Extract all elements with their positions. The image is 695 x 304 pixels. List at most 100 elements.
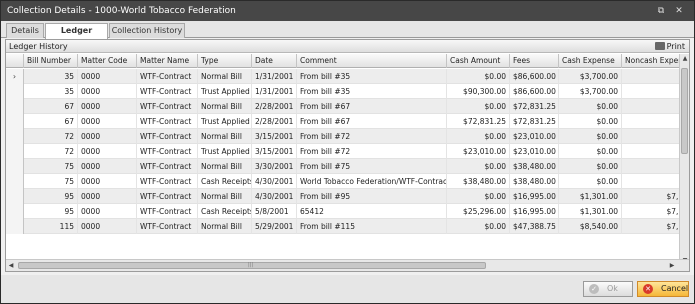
restore-icon[interactable]: ⧉ (655, 5, 667, 17)
cell-bill-number[interactable]: 75 (24, 174, 78, 189)
cell-bill-number[interactable]: 72 (24, 144, 78, 159)
cell-matter-code[interactable]: 0000 (78, 114, 137, 129)
table-row[interactable]: › 35 0000 WTF-Contract Normal Bill 1/31/2001 F… (6, 69, 679, 84)
cancel-button[interactable]: ✕ Cancel (637, 281, 689, 297)
tab-ledger-history[interactable]: Ledger History (45, 23, 108, 48)
cell-comment[interactable]: From bill #67 (297, 99, 447, 114)
cell-noncash-expense[interactable] (622, 129, 679, 144)
cell-date[interactable]: 3/30/2001 (252, 159, 297, 174)
row-indicator[interactable]: › (6, 69, 24, 84)
table-row[interactable]: 115 0000 WTF-Contract Normal Bill 5/29/2001 F… (6, 219, 679, 234)
tab-collection-history[interactable]: Collection History (109, 23, 185, 38)
cell-date[interactable]: 5/8/2001 (252, 204, 297, 219)
column-header-noncash-expense[interactable]: Noncash Expen (622, 54, 679, 68)
scroll-up-icon[interactable]: ▲ (680, 54, 690, 64)
cell-matter-code[interactable]: 0000 (78, 84, 137, 99)
cell-matter-name[interactable]: WTF-Contract (137, 219, 198, 234)
cell-fees[interactable]: $23,010.00 (510, 144, 559, 159)
column-header-date[interactable]: Date (252, 54, 297, 68)
cell-matter-name[interactable]: WTF-Contract (137, 99, 198, 114)
cell-type[interactable]: Normal Bill (198, 99, 252, 114)
table-row[interactable]: 72 0000 WTF-Contract Trust Applied 3/15/2001… (6, 144, 679, 159)
cell-fees[interactable]: $38,480.00 (510, 159, 559, 174)
table-row[interactable]: 67 0000 WTF-Contract Normal Bill 2/28/2001 Fr… (6, 99, 679, 114)
cell-matter-code[interactable]: 0000 (78, 189, 137, 204)
table-row[interactable]: 75 0000 WTF-Contract Normal Bill 3/30/2001 Fr… (6, 159, 679, 174)
cell-matter-code[interactable]: 0000 (78, 159, 137, 174)
vertical-scrollbar[interactable]: ▲ ▼ (679, 54, 689, 266)
cell-type[interactable]: Trust Applied (198, 114, 252, 129)
row-indicator[interactable] (6, 174, 24, 189)
cell-noncash-expense[interactable] (622, 99, 679, 114)
column-header-matter-code[interactable]: Matter Code (78, 54, 137, 68)
cell-matter-name[interactable]: WTF-Contract (137, 114, 198, 129)
cell-matter-name[interactable]: WTF-Contract (137, 189, 198, 204)
cell-cash-expense[interactable]: $1,301.00 (559, 189, 622, 204)
cell-matter-code[interactable]: 0000 (78, 174, 137, 189)
cell-comment[interactable]: From bill #35 (297, 84, 447, 99)
cell-cash-amount[interactable]: $90,300.00 (447, 84, 510, 99)
cell-cash-expense[interactable]: $0.00 (559, 144, 622, 159)
row-indicator[interactable] (6, 159, 24, 174)
cell-date[interactable]: 4/30/2001 (252, 174, 297, 189)
cell-comment[interactable]: From bill #72 (297, 129, 447, 144)
cell-noncash-expense[interactable]: $7,00 (622, 204, 679, 219)
cell-bill-number[interactable]: 67 (24, 99, 78, 114)
cell-comment[interactable]: World Tobacco Federation/WTF-Contract (297, 174, 447, 189)
print-button[interactable]: Print (654, 41, 685, 52)
cell-type[interactable]: Normal Bill (198, 69, 252, 84)
cell-type[interactable]: Trust Applied (198, 84, 252, 99)
cell-noncash-expense[interactable] (622, 84, 679, 99)
cell-matter-code[interactable]: 0000 (78, 144, 137, 159)
cell-date[interactable]: 2/28/2001 (252, 114, 297, 129)
row-indicator[interactable] (6, 189, 24, 204)
cell-noncash-expense[interactable]: $7,00 (622, 189, 679, 204)
cell-matter-name[interactable]: WTF-Contract (137, 174, 198, 189)
table-row[interactable]: 75 0000 WTF-Contract Cash Receipts 4/30/2001… (6, 174, 679, 189)
row-indicator[interactable] (6, 144, 24, 159)
table-row[interactable]: 95 0000 WTF-Contract Normal Bill 4/30/2001 Fr… (6, 189, 679, 204)
cell-matter-name[interactable]: WTF-Contract (137, 159, 198, 174)
cell-cash-expense[interactable]: $0.00 (559, 174, 622, 189)
cell-type[interactable]: Normal Bill (198, 159, 252, 174)
cell-date[interactable]: 1/31/2001 (252, 84, 297, 99)
cell-fees[interactable]: $47,388.75 (510, 219, 559, 234)
cell-fees[interactable]: $16,995.00 (510, 204, 559, 219)
column-header-comment[interactable]: Comment (297, 54, 447, 68)
cell-fees[interactable]: $86,600.00 (510, 69, 559, 84)
cell-cash-expense[interactable]: $0.00 (559, 159, 622, 174)
cell-type[interactable]: Normal Bill (198, 129, 252, 144)
cell-comment[interactable]: From bill #95 (297, 189, 447, 204)
cell-cash-expense[interactable]: $0.00 (559, 114, 622, 129)
table-row[interactable]: 67 0000 WTF-Contract Trust Applied 2/28/2001… (6, 114, 679, 129)
vertical-scroll-thumb[interactable] (681, 68, 688, 154)
cell-bill-number[interactable]: 35 (24, 69, 78, 84)
table-row[interactable]: 95 0000 WTF-Contract Cash Receipts 5/8/2001 6… (6, 204, 679, 219)
cell-cash-expense[interactable]: $0.00 (559, 99, 622, 114)
cell-bill-number[interactable]: 35 (24, 84, 78, 99)
cell-cash-amount[interactable]: $0.00 (447, 159, 510, 174)
cell-matter-name[interactable]: WTF-Contract (137, 84, 198, 99)
cell-cash-amount[interactable]: $0.00 (447, 219, 510, 234)
cell-noncash-expense[interactable] (622, 174, 679, 189)
cell-date[interactable]: 3/15/2001 (252, 129, 297, 144)
horizontal-scrollbar[interactable]: ◀ ||| ▶ (6, 259, 689, 271)
cell-fees[interactable]: $72,831.25 (510, 114, 559, 129)
cell-cash-amount[interactable]: $23,010.00 (447, 144, 510, 159)
cell-cash-amount[interactable]: $0.00 (447, 189, 510, 204)
cell-noncash-expense[interactable] (622, 114, 679, 129)
cell-bill-number[interactable]: 115 (24, 219, 78, 234)
close-icon[interactable]: ✕ (673, 5, 685, 17)
cell-type[interactable]: Cash Receipts (198, 204, 252, 219)
row-indicator[interactable] (6, 129, 24, 144)
column-header-fees[interactable]: Fees (510, 54, 559, 68)
cell-cash-expense[interactable]: $3,700.00 (559, 69, 622, 84)
scroll-left-icon[interactable]: ◀ (6, 260, 16, 271)
cell-cash-amount[interactable]: $0.00 (447, 99, 510, 114)
cell-noncash-expense[interactable] (622, 69, 679, 84)
cell-cash-amount[interactable]: $25,296.00 (447, 204, 510, 219)
cell-fees[interactable]: $16,995.00 (510, 189, 559, 204)
tab-details[interactable]: Details (6, 23, 44, 38)
cell-cash-amount[interactable]: $0.00 (447, 69, 510, 84)
cell-date[interactable]: 3/15/2001 (252, 144, 297, 159)
